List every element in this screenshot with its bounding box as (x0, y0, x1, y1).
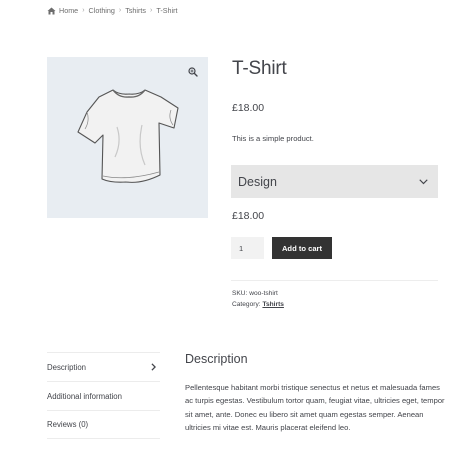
breadcrumb-separator: › (150, 7, 153, 14)
breadcrumb-separator: › (82, 7, 85, 14)
sku-value: woo-tshirt (249, 290, 278, 297)
design-select[interactable]: Design (231, 165, 438, 198)
tab-additional-information[interactable]: Additional information (47, 381, 160, 410)
zoom-icon[interactable] (188, 67, 198, 77)
home-icon[interactable] (47, 7, 56, 15)
tab-description[interactable]: Description (47, 352, 160, 381)
tab-label: Reviews (0) (47, 420, 89, 429)
product-sku: SKU: woo-tshirt (232, 290, 278, 297)
category-link[interactable]: Tshirts (262, 301, 284, 308)
product-image[interactable] (47, 57, 208, 218)
sku-label: SKU: (232, 290, 248, 297)
category-label: Category: (232, 301, 261, 308)
variation-price: £18.00 (232, 210, 265, 222)
product-price: £18.00 (232, 102, 265, 114)
quantity-input[interactable]: 1 (231, 237, 264, 259)
short-description: This is a simple product. (232, 134, 314, 143)
breadcrumb-home[interactable]: Home (59, 6, 78, 15)
breadcrumb: Home › Clothing › Tshirts › T-Shirt (47, 6, 178, 15)
product-category: Category: Tshirts (232, 301, 284, 308)
breadcrumb-tshirts[interactable]: Tshirts (125, 6, 146, 15)
tshirt-image (77, 89, 179, 183)
tab-label: Description (47, 362, 86, 372)
add-to-cart-button[interactable]: Add to cart (272, 237, 332, 259)
chevron-down-icon (419, 178, 428, 184)
tab-label: Additional information (47, 391, 122, 401)
tab-reviews[interactable]: Reviews (0) (47, 410, 160, 439)
breadcrumb-current: T-Shirt (156, 6, 178, 15)
design-select-value: Design (238, 174, 277, 189)
panel-title: Description (185, 352, 248, 366)
breadcrumb-clothing[interactable]: Clothing (89, 6, 115, 15)
panel-text: Pellentesque habitant morbi tristique se… (185, 383, 445, 432)
divider (231, 280, 438, 281)
page-title: T-Shirt (232, 58, 287, 79)
breadcrumb-separator: › (118, 7, 122, 14)
chevron-right-icon (151, 363, 156, 371)
